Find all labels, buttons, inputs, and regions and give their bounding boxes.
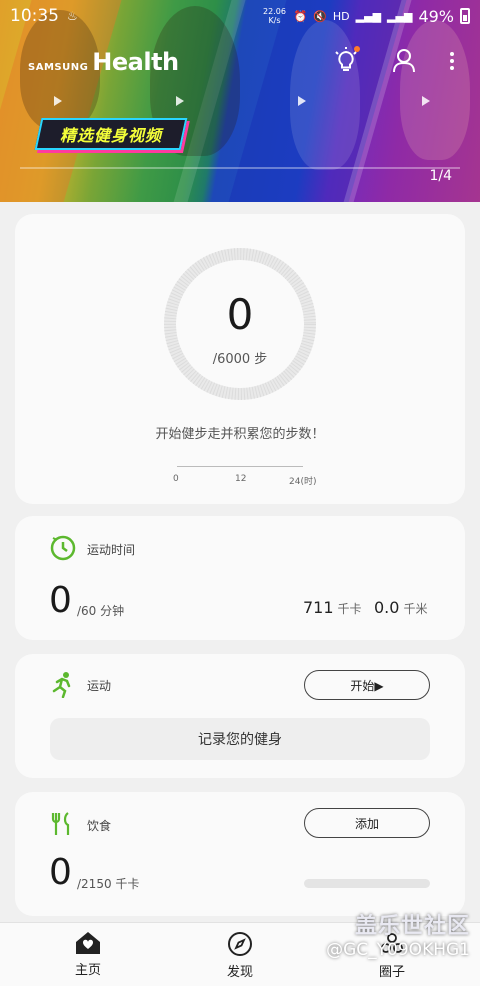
start-exercise-button[interactable]: 开始▶ — [304, 670, 430, 700]
battery-percentage: 49% — [418, 6, 454, 26]
community-watermark: 盖乐世社区 @GC_Y09OKHG1 — [326, 908, 470, 960]
home-icon — [76, 932, 100, 954]
banner-pager: 1/4 — [429, 168, 452, 184]
promo-text: 精选健身视频 — [59, 126, 162, 145]
banner-woman-figure — [400, 20, 470, 160]
hd-icon: HD — [332, 9, 350, 23]
profile-icon[interactable] — [390, 46, 418, 74]
samsung-health-logo: SAMSUNG Health — [28, 48, 179, 76]
nav-discover-label: 发现 — [226, 965, 253, 980]
food-card[interactable]: 饮食 添加 0 /2150 千卡 — [15, 792, 465, 916]
exercise-title: 运动 — [87, 679, 112, 693]
signal-icon: ▂▄▆ — [355, 9, 382, 23]
food-value: 0 — [49, 852, 72, 893]
lightbulb-icon[interactable] — [332, 46, 360, 74]
banner-progress-line — [20, 167, 460, 169]
play-icon[interactable] — [176, 96, 184, 106]
alarm-icon: ⏰ — [293, 9, 308, 23]
timer-icon — [49, 534, 77, 562]
active-time-card[interactable]: 运动时间 0 /60 分钟 711 千卡 0.0 千米 — [15, 516, 465, 640]
watermark-user: @GC_Y09OKHG1 — [326, 940, 470, 960]
nav-home[interactable]: 主页 — [48, 931, 128, 978]
watermark-title: 盖乐世社区 — [354, 914, 470, 939]
steps-ring: 0 /6000 步 — [162, 246, 318, 402]
mute-icon: 🔇 — [313, 9, 327, 23]
timeline-tick: 12 — [235, 474, 247, 484]
nav-together-label: 圈子 — [378, 965, 405, 980]
hero-banner[interactable]: 10:35 ♨ 22.06 K/s ⏰ 🔇 HD ▂▄▆ ▂▄▆ 49% SAM… — [0, 0, 480, 202]
exercise-card[interactable]: 运动 开始▶ 记录您的健身 — [15, 654, 465, 778]
steps-timeline — [177, 466, 303, 467]
status-bar: 10:35 ♨ 22.06 K/s ⏰ 🔇 HD ▂▄▆ ▂▄▆ 49% — [0, 0, 480, 32]
food-title: 饮食 — [87, 819, 112, 833]
calories-stat: 711 千卡 — [303, 598, 362, 617]
play-icon[interactable] — [298, 96, 306, 106]
add-food-button[interactable]: 添加 — [304, 808, 430, 838]
notification-dot — [354, 46, 360, 52]
nav-home-label: 主页 — [74, 963, 101, 978]
brand-health: Health — [92, 48, 179, 76]
timeline-tick: 24(时) — [289, 477, 317, 487]
play-icon[interactable] — [54, 96, 62, 106]
notification-icon: ♨ — [67, 9, 78, 23]
steps-hint: 开始健步走并积累您的步数！ — [155, 427, 325, 442]
brand-samsung: SAMSUNG — [28, 62, 89, 73]
battery-icon — [460, 8, 470, 24]
steps-card[interactable]: 0 /6000 步 开始健步走并积累您的步数！ 0 12 24(时) — [15, 214, 465, 504]
distance-stat: 0.0 千米 — [374, 598, 427, 617]
nav-discover[interactable]: 发现 — [200, 931, 280, 980]
active-time-title: 运动时间 — [87, 543, 136, 557]
calories-value: 711 — [303, 598, 334, 617]
steps-goal: /6000 步 — [212, 352, 268, 367]
more-options-icon[interactable] — [448, 46, 456, 74]
compass-icon — [228, 932, 252, 956]
banner-athlete-figure — [290, 20, 360, 170]
active-time-goal: /60 分钟 — [77, 604, 125, 618]
promo-badge[interactable]: 精选健身视频 — [34, 118, 188, 150]
distance-unit: 千米 — [403, 602, 428, 616]
distance-value: 0.0 — [374, 598, 400, 617]
status-time: 10:35 — [10, 6, 59, 26]
food-goal: /2150 千卡 — [77, 877, 140, 891]
active-time-value: 0 — [49, 580, 72, 621]
running-icon — [49, 670, 77, 699]
signal-icon: ▂▄▆ — [387, 9, 413, 23]
calories-unit: 千卡 — [337, 602, 362, 616]
play-icon[interactable] — [422, 96, 430, 106]
net-speed: 22.06 K/s — [263, 7, 286, 25]
food-progress-bar — [304, 879, 430, 888]
fork-knife-icon — [49, 810, 77, 838]
timeline-tick: 0 — [173, 474, 179, 484]
steps-count: 0 — [226, 290, 254, 339]
record-workout-button[interactable]: 记录您的健身 — [50, 718, 430, 760]
